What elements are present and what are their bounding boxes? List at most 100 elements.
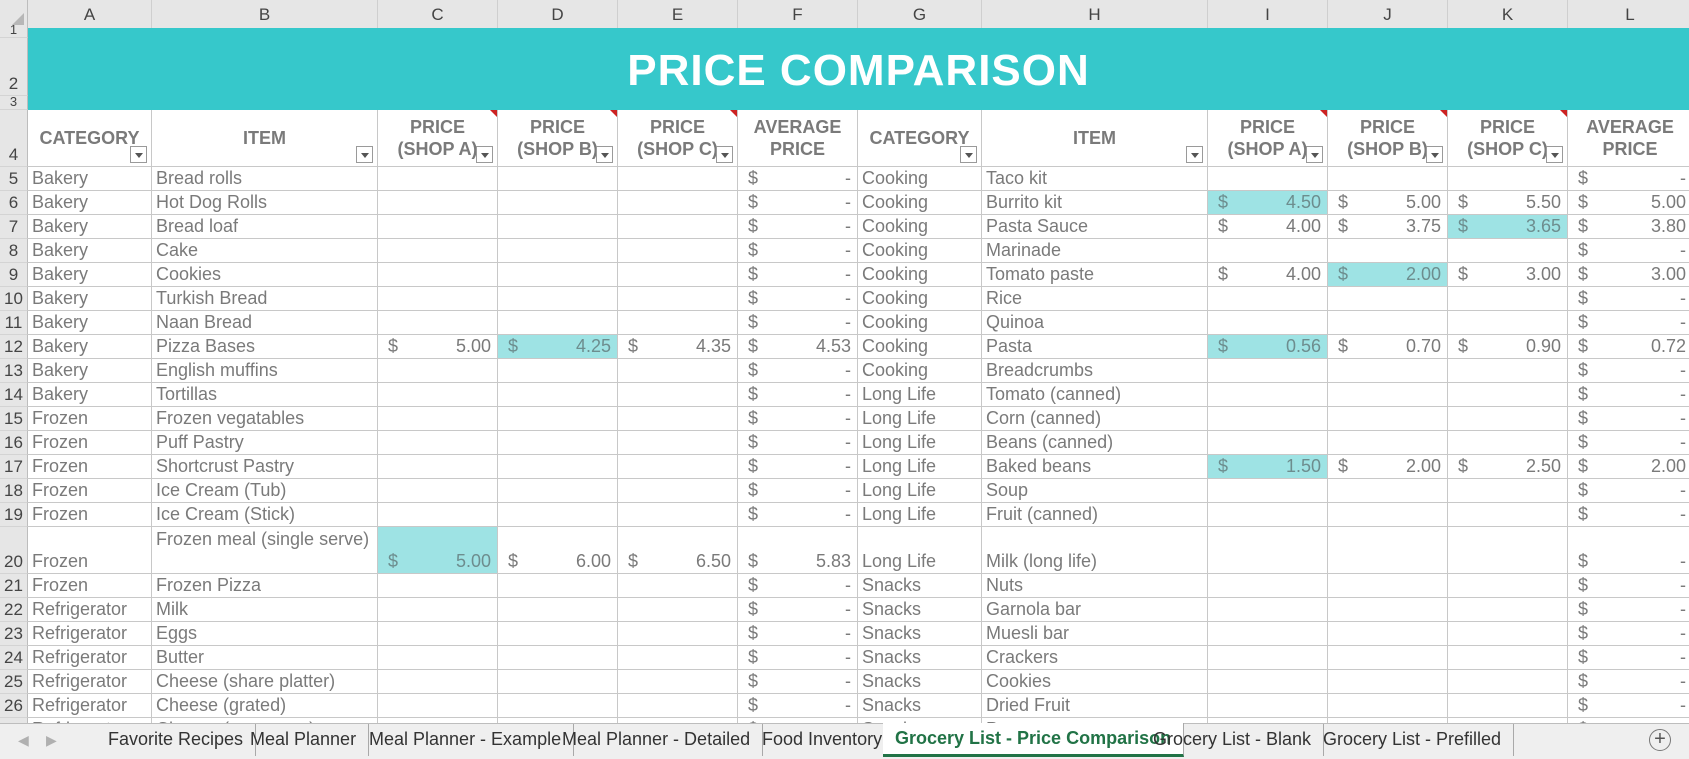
row-header-23[interactable]: 23 [0, 622, 28, 646]
category-cell[interactable]: Long Life [858, 431, 982, 455]
price-shop-a-cell[interactable] [378, 407, 498, 431]
average-price-cell[interactable]: $- [738, 598, 858, 622]
category-cell[interactable]: Cooking [858, 287, 982, 311]
price-shop-b-cell[interactable] [1328, 239, 1448, 263]
price-shop-a-cell[interactable] [378, 455, 498, 479]
item-cell[interactable]: Soup [982, 479, 1208, 503]
average-price-cell[interactable]: $- [738, 359, 858, 383]
item-cell[interactable]: Milk [152, 598, 378, 622]
price-shop-b-cell[interactable] [1328, 287, 1448, 311]
average-price-cell[interactable]: $- [738, 287, 858, 311]
header-right-price-shop-c[interactable]: PRICE (SHOP C) [1448, 110, 1568, 167]
category-cell[interactable]: Bakery [28, 335, 152, 359]
item-cell[interactable]: Breadcrumbs [982, 359, 1208, 383]
average-price-cell[interactable]: $- [1568, 431, 1689, 455]
category-cell[interactable]: Frozen [28, 407, 152, 431]
category-cell[interactable]: Refrigerator [28, 670, 152, 694]
category-cell[interactable]: Bakery [28, 167, 152, 191]
category-cell[interactable]: Cooking [858, 167, 982, 191]
price-shop-b-cell[interactable] [1328, 646, 1448, 670]
average-price-cell[interactable]: $- [1568, 622, 1689, 646]
row-header-6[interactable]: 6 [0, 191, 28, 215]
row-header-21[interactable]: 21 [0, 574, 28, 598]
price-shop-c-cell[interactable] [1448, 479, 1568, 503]
category-cell[interactable]: Bakery [28, 359, 152, 383]
price-shop-c-cell[interactable] [618, 574, 738, 598]
row-header-2[interactable]: 2 [0, 38, 28, 96]
price-shop-a-cell[interactable] [378, 694, 498, 718]
price-shop-a-cell[interactable] [378, 359, 498, 383]
price-shop-a-cell[interactable] [1208, 598, 1328, 622]
filter-dropdown-icon[interactable] [1306, 146, 1323, 163]
average-price-cell[interactable]: $- [738, 167, 858, 191]
price-shop-b-cell[interactable] [498, 287, 618, 311]
header-left-item[interactable]: ITEM [152, 110, 378, 167]
average-price-cell[interactable]: $- [738, 670, 858, 694]
price-shop-b-cell[interactable]: $3.75 [1328, 215, 1448, 239]
price-shop-a-cell[interactable] [1208, 431, 1328, 455]
item-cell[interactable]: Frozen vegatables [152, 407, 378, 431]
sheet-tab-favorite-recipes[interactable]: Favorite Recipes [96, 724, 257, 756]
price-shop-b-cell[interactable] [498, 479, 618, 503]
price-shop-b-cell[interactable] [498, 598, 618, 622]
average-price-cell[interactable]: $- [1568, 694, 1689, 718]
row-header-10[interactable]: 10 [0, 287, 28, 311]
price-shop-c-cell[interactable] [618, 383, 738, 407]
price-shop-a-cell[interactable] [378, 431, 498, 455]
price-shop-c-cell[interactable] [618, 503, 738, 527]
item-cell[interactable]: Ice Cream (Stick) [152, 503, 378, 527]
price-shop-c-cell[interactable]: $6.50 [618, 527, 738, 574]
price-shop-a-cell[interactable] [1208, 503, 1328, 527]
price-shop-b-cell[interactable] [498, 167, 618, 191]
price-shop-a-cell[interactable] [1208, 383, 1328, 407]
sheet-tab-grocery-list-price-comparison[interactable]: Grocery List - Price Comparison [883, 723, 1185, 757]
average-price-cell[interactable]: $- [738, 407, 858, 431]
price-shop-c-cell[interactable]: $2.50 [1448, 455, 1568, 479]
price-shop-b-cell[interactable] [1328, 383, 1448, 407]
row-header-17[interactable]: 17 [0, 455, 28, 479]
average-price-cell[interactable]: $- [738, 239, 858, 263]
category-cell[interactable]: Refrigerator [28, 622, 152, 646]
price-shop-c-cell[interactable] [1448, 359, 1568, 383]
category-cell[interactable]: Long Life [858, 383, 982, 407]
column-header-k[interactable]: K [1448, 0, 1568, 28]
category-cell[interactable]: Long Life [858, 407, 982, 431]
price-shop-b-cell[interactable]: $2.00 [1328, 263, 1448, 287]
header-left-average-price[interactable]: AVERAGE PRICE [738, 110, 858, 167]
average-price-cell[interactable]: $- [1568, 383, 1689, 407]
price-shop-c-cell[interactable] [618, 622, 738, 646]
price-shop-b-cell[interactable]: $0.70 [1328, 335, 1448, 359]
average-price-cell[interactable]: $- [738, 311, 858, 335]
average-price-cell[interactable]: $- [738, 574, 858, 598]
row-header-18[interactable]: 18 [0, 479, 28, 503]
price-shop-b-cell[interactable] [1328, 598, 1448, 622]
average-price-cell[interactable]: $- [1568, 239, 1689, 263]
item-cell[interactable]: Corn (canned) [982, 407, 1208, 431]
price-shop-c-cell[interactable] [618, 263, 738, 287]
price-shop-c-cell[interactable] [1448, 407, 1568, 431]
price-shop-c-cell[interactable] [618, 359, 738, 383]
filter-dropdown-icon[interactable] [356, 146, 373, 163]
price-shop-b-cell[interactable] [498, 574, 618, 598]
price-shop-c-cell[interactable]: $5.50 [1448, 191, 1568, 215]
price-shop-b-cell[interactable]: $6.00 [498, 527, 618, 574]
price-shop-a-cell[interactable] [378, 167, 498, 191]
item-cell[interactable]: Frozen meal (single serve) [152, 527, 378, 574]
category-cell[interactable]: Frozen [28, 527, 152, 574]
column-header-h[interactable]: H [982, 0, 1208, 28]
price-shop-c-cell[interactable] [618, 646, 738, 670]
price-shop-c-cell[interactable] [1448, 527, 1568, 574]
price-shop-a-cell[interactable] [378, 215, 498, 239]
price-shop-b-cell[interactable] [1328, 407, 1448, 431]
average-price-cell[interactable]: $- [738, 383, 858, 407]
price-shop-c-cell[interactable] [618, 407, 738, 431]
price-shop-b-cell[interactable] [498, 359, 618, 383]
average-price-cell[interactable]: $- [1568, 646, 1689, 670]
price-shop-b-cell[interactable] [1328, 622, 1448, 646]
category-cell[interactable]: Cooking [858, 263, 982, 287]
category-cell[interactable]: Snacks [858, 598, 982, 622]
category-cell[interactable]: Bakery [28, 191, 152, 215]
price-shop-a-cell[interactable] [1208, 407, 1328, 431]
price-shop-b-cell[interactable] [1328, 479, 1448, 503]
category-cell[interactable]: Cooking [858, 359, 982, 383]
